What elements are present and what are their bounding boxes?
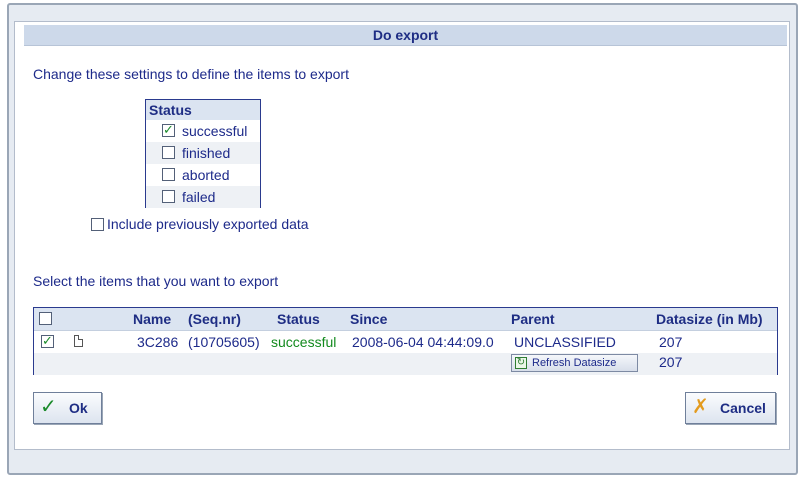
cell-parent: UNCLASSIFIED xyxy=(514,334,616,350)
status-option-successful[interactable]: successful xyxy=(146,120,260,142)
export-dialog: Do export Change these settings to defin… xyxy=(14,21,790,450)
intro-text: Change these settings to define the item… xyxy=(33,66,349,82)
total-datasize: 207 xyxy=(659,354,683,370)
table-header: Name (Seq.nr) Status Since Parent Datasi… xyxy=(34,308,777,331)
cancel-button[interactable]: ✗ Cancel xyxy=(685,392,776,424)
refresh-datasize-label: Refresh Datasize xyxy=(532,357,617,369)
document-icon xyxy=(74,335,83,347)
refresh-icon: ↻ xyxy=(515,357,527,369)
refresh-datasize-button[interactable]: ↻ Refresh Datasize xyxy=(511,354,638,372)
dialog-title: Do export xyxy=(24,25,787,46)
status-option-label: successful xyxy=(182,123,248,139)
status-option-label: failed xyxy=(182,189,216,205)
table-row[interactable]: 3C286 (10705605) successful 2008-06-04 0… xyxy=(34,331,777,353)
status-filter-header: Status xyxy=(146,100,260,120)
table-summary-row: ↻ Refresh Datasize 207 xyxy=(34,353,777,375)
col-name[interactable]: Name xyxy=(133,311,171,327)
status-option-label: aborted xyxy=(182,167,230,183)
col-seq[interactable]: (Seq.nr) xyxy=(188,311,241,327)
status-option-aborted[interactable]: aborted xyxy=(146,164,260,186)
status-filter-box: Status successful finished aborted faile… xyxy=(145,99,261,208)
col-datasize[interactable]: Datasize (in Mb) xyxy=(656,311,763,327)
ok-button[interactable]: ✓ Ok xyxy=(33,392,102,424)
include-previous-label: Include previously exported data xyxy=(107,216,309,232)
status-option-finished[interactable]: finished xyxy=(146,142,260,164)
select-prompt: Select the items that you want to export xyxy=(33,273,279,289)
export-items-table: Name (Seq.nr) Status Since Parent Datasi… xyxy=(33,307,778,375)
include-previous-checkbox[interactable] xyxy=(91,218,104,231)
checkmark-icon: ✓ xyxy=(40,396,57,418)
status-option-label: finished xyxy=(182,145,231,161)
status-option-failed[interactable]: failed xyxy=(146,186,260,208)
select-all-checkbox[interactable] xyxy=(39,312,52,325)
col-parent[interactable]: Parent xyxy=(511,311,555,327)
status-failed-checkbox[interactable] xyxy=(162,190,175,203)
ok-label: Ok xyxy=(69,400,88,416)
status-finished-checkbox[interactable] xyxy=(162,146,175,159)
cancel-label: Cancel xyxy=(720,400,766,416)
cell-name: 3C286 xyxy=(137,334,179,350)
cell-seq: (10705605) xyxy=(188,334,260,350)
status-successful-checkbox[interactable] xyxy=(162,122,175,138)
col-status[interactable]: Status xyxy=(277,311,320,327)
col-since[interactable]: Since xyxy=(350,311,387,327)
cell-status: successful xyxy=(271,334,337,350)
status-aborted-checkbox[interactable] xyxy=(162,168,175,181)
x-icon: ✗ xyxy=(692,396,709,418)
row-select-checkbox[interactable] xyxy=(41,333,54,349)
cell-since: 2008-06-04 04:44:09.0 xyxy=(352,334,494,350)
cell-datasize: 207 xyxy=(659,334,683,350)
